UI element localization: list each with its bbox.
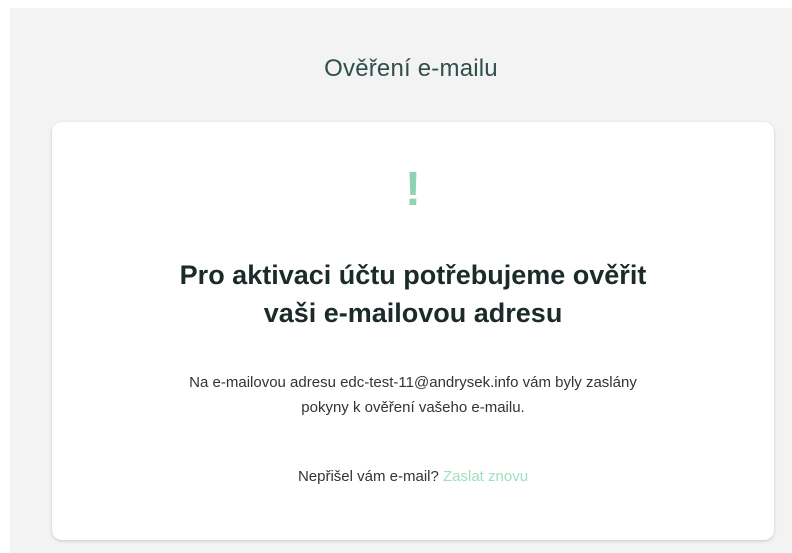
card-message-line-1: Na e-mailovou adresu edc-test-11@andryse… xyxy=(189,374,637,391)
resend-link[interactable]: Zaslat znovu xyxy=(443,468,528,485)
resend-row: Nepřišel vám e-mail? Zaslat znovu xyxy=(52,468,774,485)
page-title: Ověření e-mailu xyxy=(324,55,498,82)
card-heading-line-1: Pro aktivaci účtu potřebujeme ověřit xyxy=(179,260,647,290)
verification-card: ! Pro aktivaci účtu potřebujeme ověřit v… xyxy=(52,122,774,540)
card-heading-line-2: vaši e-mailovou adresu xyxy=(263,298,563,328)
card-message: Na e-mailovou adresu edc-test-11@andryse… xyxy=(112,370,714,420)
card-heading: Pro aktivaci účtu potřebujeme ověřit vaš… xyxy=(132,256,694,332)
card-content: ! Pro aktivaci účtu potřebujeme ověřit v… xyxy=(52,122,774,540)
card-message-line-2: pokyny k ověření vašeho e-mailu. xyxy=(301,399,525,416)
exclamation-icon: ! xyxy=(405,163,421,216)
resend-prompt: Nepřišel vám e-mail? xyxy=(297,468,443,485)
